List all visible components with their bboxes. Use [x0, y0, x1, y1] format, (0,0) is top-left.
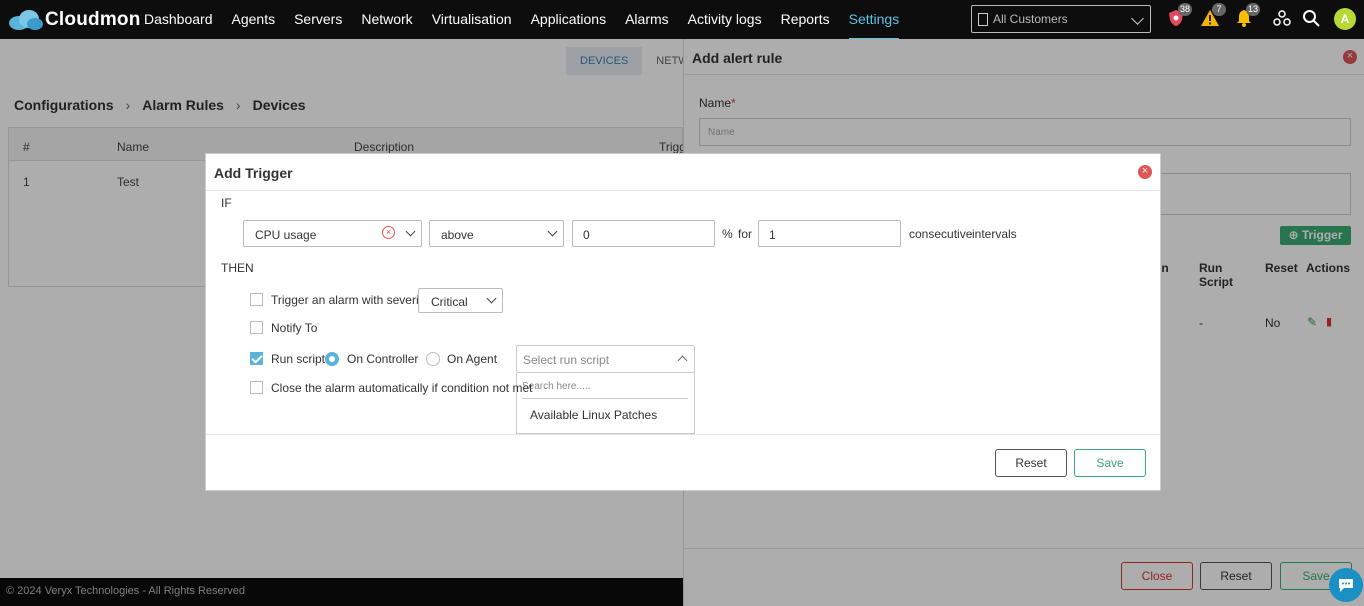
- auto-close-checkbox[interactable]: [250, 381, 263, 394]
- nav-applications[interactable]: Applications: [531, 0, 607, 39]
- consecutive-label: consecutive: [909, 227, 973, 241]
- intervals-label: intervals: [972, 227, 1017, 241]
- on-agent-label: On Agent: [447, 352, 498, 366]
- for-label: for: [738, 227, 753, 241]
- customer-select[interactable]: All Customers: [971, 5, 1151, 33]
- metric-select-value: CPU usage: [255, 228, 317, 242]
- run-script-dropdown: Search here..... Available Linux Patches: [516, 373, 695, 434]
- nav-network[interactable]: Network: [361, 0, 412, 39]
- notify-label: Notify To: [271, 321, 318, 335]
- user-avatar[interactable]: A: [1334, 8, 1356, 30]
- trigger-alarm-checkbox[interactable]: [250, 293, 263, 306]
- main-nav: Dashboard Agents Servers Network Virtual…: [144, 0, 918, 39]
- run-script-search-input[interactable]: Search here.....: [522, 381, 688, 399]
- chevron-down-icon: [405, 226, 416, 237]
- chevron-down-icon: [547, 226, 558, 237]
- notify-checkbox[interactable]: [250, 321, 263, 334]
- chevron-down-icon: [1131, 12, 1144, 25]
- cloud-logo-icon: [8, 9, 44, 31]
- run-script-option[interactable]: Available Linux Patches: [530, 408, 657, 422]
- notification-bell-icon[interactable]: 13: [1234, 3, 1261, 30]
- chevron-down-icon: [486, 293, 497, 304]
- modal-close-icon[interactable]: ×: [1138, 165, 1152, 179]
- brand-name: Cloudmon: [45, 8, 141, 30]
- severity-select[interactable]: Critical: [418, 288, 503, 313]
- comparator-select[interactable]: above: [429, 220, 564, 247]
- nav-servers[interactable]: Servers: [294, 0, 342, 39]
- comparator-select-value: above: [441, 228, 474, 242]
- threshold-input[interactable]: 0: [572, 220, 715, 247]
- unit-label: %: [722, 227, 733, 241]
- building-icon: [978, 12, 988, 26]
- brand-logo[interactable]: Cloudmon: [8, 9, 144, 31]
- chat-bubble-icon[interactable]: [1329, 568, 1363, 602]
- run-script-select[interactable]: Select run script: [516, 345, 695, 373]
- nav-dashboard[interactable]: Dashboard: [144, 0, 213, 39]
- on-controller-radio[interactable]: [325, 352, 339, 366]
- run-script-label: Run script: [271, 352, 326, 366]
- nav-alarms[interactable]: Alarms: [625, 0, 669, 39]
- nav-agents[interactable]: Agents: [232, 0, 276, 39]
- intervals-value: 1: [769, 228, 776, 242]
- warning-badge: 7: [1212, 3, 1226, 16]
- nav-activity-logs[interactable]: Activity logs: [688, 0, 762, 39]
- modal-save-button[interactable]: Save: [1074, 449, 1146, 477]
- top-navbar: Cloudmon Dashboard Agents Servers Networ…: [0, 0, 1364, 39]
- run-script-select-placeholder: Select run script: [523, 353, 610, 367]
- metric-select[interactable]: CPU usage ×: [243, 220, 422, 247]
- threshold-value: 0: [583, 228, 590, 242]
- clear-x-icon[interactable]: ×: [382, 226, 395, 239]
- modal-footer: Reset Save: [206, 434, 1160, 491]
- notification-badge: 13: [1246, 3, 1261, 16]
- customer-select-value: All Customers: [993, 12, 1068, 26]
- security-badge: 38: [1178, 3, 1193, 16]
- search-icon[interactable]: [1301, 8, 1323, 30]
- auto-close-label: Close the alarm automatically if conditi…: [271, 381, 533, 395]
- modal-reset-button[interactable]: Reset: [995, 449, 1067, 477]
- nav-reports[interactable]: Reports: [781, 0, 830, 39]
- trigger-alarm-label: Trigger an alarm with severity: [271, 293, 428, 307]
- add-trigger-modal: Add Trigger × IF CPU usage × above 0 % f…: [205, 153, 1161, 491]
- on-agent-radio[interactable]: [426, 352, 440, 366]
- nav-settings[interactable]: Settings: [848, 0, 900, 39]
- chevron-up-icon: [677, 355, 688, 366]
- if-label: IF: [221, 196, 232, 210]
- modal-title: Add Trigger: [206, 154, 1160, 191]
- severity-select-value: Critical: [431, 295, 468, 309]
- then-label: THEN: [221, 261, 254, 275]
- security-alert-icon[interactable]: 38: [1166, 3, 1193, 30]
- warning-icon[interactable]: 7: [1200, 3, 1226, 30]
- nav-virtualisation[interactable]: Virtualisation: [432, 0, 512, 39]
- modules-icon[interactable]: [1272, 8, 1294, 30]
- on-controller-label: On Controller: [347, 352, 419, 366]
- intervals-input[interactable]: 1: [758, 220, 901, 247]
- run-script-checkbox[interactable]: [250, 352, 263, 365]
